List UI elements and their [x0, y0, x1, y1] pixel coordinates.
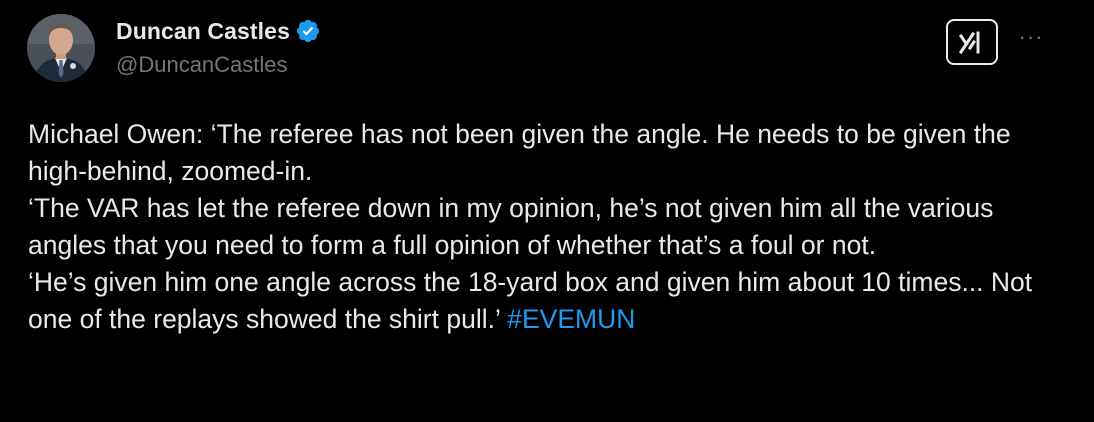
tweet-paragraph: ‘He’s given him one angle across the 18-… — [28, 264, 1068, 338]
grok-button[interactable] — [946, 19, 998, 65]
avatar[interactable] — [27, 14, 95, 82]
avatar-image — [27, 14, 95, 82]
author-name-row: Duncan Castles — [116, 14, 321, 48]
author-display-name[interactable]: Duncan Castles — [116, 18, 290, 45]
tweet-text: Michael Owen: ‘The referee has not been … — [28, 116, 1068, 338]
more-options-button[interactable]: ··· — [1014, 22, 1048, 52]
author-handle[interactable]: @DuncanCastles — [116, 52, 288, 78]
tweet-card: Duncan Castles @DuncanCastles ··· Michae… — [0, 0, 1094, 422]
more-icon: ··· — [1018, 24, 1044, 49]
tweet-paragraph: ‘The VAR has let the referee down in my … — [28, 193, 994, 260]
hashtag-link[interactable]: #EVEMUN — [507, 304, 635, 334]
tweet-paragraph: Michael Owen: ‘The referee has not been … — [28, 119, 1011, 186]
verified-badge-icon[interactable] — [295, 18, 321, 44]
grok-icon — [958, 31, 980, 55]
